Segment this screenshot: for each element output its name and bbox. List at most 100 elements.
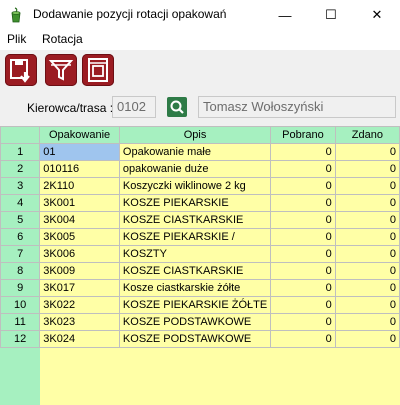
description-cell[interactable]: KOSZTY [118, 245, 272, 263]
packaging-code-cell[interactable]: 3K001 [39, 194, 120, 212]
packaging-code-cell[interactable]: 3K024 [39, 330, 120, 348]
returned-cell[interactable]: 0 [334, 262, 400, 280]
driver-filter-bar: Kierowca/trasa : 0102 Tomasz Wołoszyński [0, 92, 400, 126]
returned-cell[interactable]: 0 [334, 194, 400, 212]
packaging-code-cell[interactable]: 3K006 [39, 245, 120, 263]
driver-code-field[interactable]: 0102 [112, 96, 156, 118]
row-number-cell: 12 [0, 330, 41, 348]
app-icon [11, 7, 21, 23]
taken-cell[interactable]: 0 [270, 143, 336, 161]
taken-cell[interactable]: 0 [270, 177, 336, 195]
packaging-code-cell[interactable]: 01 [39, 143, 120, 161]
print-button[interactable] [82, 54, 114, 86]
description-cell[interactable]: KOSZE CIASTKARSKIE [118, 262, 272, 280]
menu-bar: Plik Rotacja [0, 30, 400, 49]
returned-cell[interactable]: 0 [334, 228, 400, 246]
description-cell[interactable]: KOSZE PIEKARSKIE [118, 194, 272, 212]
table-row[interactable]: 2 010116 opakowanie duże 0 0 [0, 160, 400, 178]
row-number-cell: 2 [0, 160, 41, 178]
save-button[interactable] [5, 54, 37, 86]
description-cell[interactable]: Kosze ciastkarskie żółte [118, 279, 272, 297]
taken-cell[interactable]: 0 [270, 313, 336, 331]
table-row[interactable]: 5 3K004 KOSZE CIASTKARSKIE 0 0 [0, 211, 400, 229]
returned-cell[interactable]: 0 [334, 313, 400, 331]
description-cell[interactable]: Opakowanie małe [118, 143, 272, 161]
taken-cell[interactable]: 0 [270, 245, 336, 263]
table-row[interactable]: 6 3K005 KOSZE PIEKARSKIE /0 0 [0, 228, 400, 246]
description-cell[interactable]: KOSZE CIASTKARSKIE [118, 211, 272, 229]
toolbar [0, 50, 400, 92]
menu-rotacja[interactable]: Rotacja [42, 32, 83, 46]
description-cell[interactable]: KOSZE PIEKARSKIE / [118, 228, 272, 246]
driver-search-button[interactable] [167, 97, 187, 117]
minimize-button[interactable]: — [262, 0, 308, 30]
table-row[interactable]: 11 3K023 KOSZE PODSTAWKOWE 0 0 [0, 313, 400, 331]
row-number-cell: 5 [0, 211, 41, 229]
returned-cell[interactable]: 0 [334, 296, 400, 314]
column-header-pobrano[interactable]: Pobrano [270, 126, 336, 144]
taken-cell[interactable]: 0 [270, 279, 336, 297]
table-row[interactable]: 1 01 Opakowanie małe 0 0 [0, 143, 400, 161]
description-cell[interactable]: opakowanie duże [118, 160, 272, 178]
row-number-cell: 11 [0, 313, 41, 331]
packaging-code-cell[interactable]: 2K110 [39, 177, 120, 195]
maximize-icon: ☐ [325, 7, 337, 22]
title-bar: Dodawanie pozycji rotacji opakowań — ☐ ✕ [0, 0, 400, 30]
packaging-code-cell[interactable]: 010116 [39, 160, 120, 178]
row-number-cell: 3 [0, 177, 41, 195]
returned-cell[interactable]: 0 [334, 211, 400, 229]
corner-header [0, 126, 41, 144]
table-row[interactable]: 7 3K006 KOSZTY 0 0 [0, 245, 400, 263]
returned-cell[interactable]: 0 [334, 330, 400, 348]
packaging-code-cell[interactable]: 3K022 [39, 296, 120, 314]
taken-cell[interactable]: 0 [270, 262, 336, 280]
print-icon [88, 58, 108, 82]
menu-plik[interactable]: Plik [7, 32, 26, 46]
close-icon: ✕ [371, 7, 383, 22]
packaging-code-cell[interactable]: 3K009 [39, 262, 120, 280]
table-row[interactable]: 3 2K110 Koszyczki wiklinowe 2 kg 0 0 [0, 177, 400, 195]
table-row[interactable]: 8 3K009 KOSZE CIASTKARSKIE 0 0 [0, 262, 400, 280]
row-number-cell: 9 [0, 279, 41, 297]
column-header-opakowanie[interactable]: Opakowanie [39, 126, 120, 144]
packaging-code-cell[interactable]: 3K023 [39, 313, 120, 331]
packaging-table: Opakowanie Opis Pobrano Zdano 1 01 Opakowa… [0, 126, 400, 348]
taken-cell[interactable]: 0 [270, 211, 336, 229]
row-number-cell: 4 [0, 194, 41, 212]
close-button[interactable]: ✕ [354, 0, 400, 30]
returned-cell[interactable]: 0 [334, 160, 400, 178]
row-number-cell: 7 [0, 245, 41, 263]
filter-icon [48, 60, 74, 81]
taken-cell[interactable]: 0 [270, 160, 336, 178]
filter-button[interactable] [45, 54, 77, 86]
description-cell[interactable]: Koszyczki wiklinowe 2 kg [118, 177, 272, 195]
save-icon [10, 59, 30, 83]
search-icon [170, 100, 184, 114]
taken-cell[interactable]: 0 [270, 194, 336, 212]
table-row[interactable]: 10 3K022 KOSZE PIEKARSKIE ŻÓŁTE 0 0 [0, 296, 400, 314]
table-header-row: Opakowanie Opis Pobrano Zdano [0, 126, 400, 144]
returned-cell[interactable]: 0 [334, 279, 400, 297]
table-row[interactable]: 12 3K024 KOSZE PODSTAWKOWE 0 0 [0, 330, 400, 348]
column-header-zdano[interactable]: Zdano [334, 126, 400, 144]
description-cell[interactable]: KOSZE PODSTAWKOWE [118, 313, 272, 331]
packaging-code-cell[interactable]: 3K004 [39, 211, 120, 229]
row-number-cell: 10 [0, 296, 41, 314]
taken-cell[interactable]: 0 [270, 228, 336, 246]
row-number-cell: 8 [0, 262, 41, 280]
taken-cell[interactable]: 0 [270, 330, 336, 348]
taken-cell[interactable]: 0 [270, 296, 336, 314]
packaging-grid: Opakowanie Opis Pobrano Zdano 1 01 Opakowa… [0, 126, 400, 405]
returned-cell[interactable]: 0 [334, 177, 400, 195]
packaging-code-cell[interactable]: 3K017 [39, 279, 120, 297]
maximize-button[interactable]: ☐ [308, 0, 354, 30]
column-header-opis[interactable]: Opis [118, 126, 272, 144]
driver-label: Kierowca/trasa : [27, 101, 114, 115]
returned-cell[interactable]: 0 [334, 245, 400, 263]
description-cell[interactable]: KOSZE PODSTAWKOWE [118, 330, 272, 348]
table-row[interactable]: 4 3K001 KOSZE PIEKARSKIE 0 0 [0, 194, 400, 212]
table-row[interactable]: 9 3K017 Kosze ciastkarskie żółte 0 0 [0, 279, 400, 297]
packaging-code-cell[interactable]: 3K005 [39, 228, 120, 246]
returned-cell[interactable]: 0 [334, 143, 400, 161]
description-cell[interactable]: KOSZE PIEKARSKIE ŻÓŁTE [118, 296, 272, 314]
